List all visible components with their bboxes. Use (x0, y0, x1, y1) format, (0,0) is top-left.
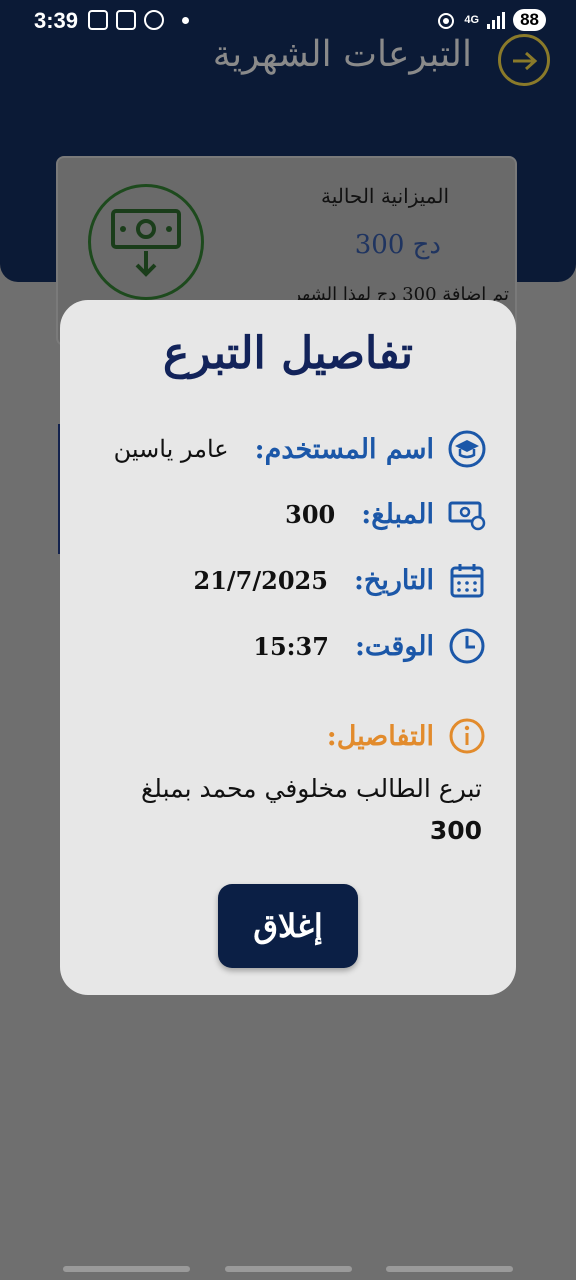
close-button[interactable]: إغلاق (218, 884, 358, 968)
calendar-icon (446, 559, 488, 601)
dialog-title: تفاصيل التبرع (163, 328, 413, 379)
username-row: اسم المستخدم: عامر ياسين (68, 425, 488, 473)
budget-label: الميزانية الحالية (320, 184, 449, 208)
amount-row: المبلغ: 300 (68, 490, 488, 538)
status-system-icons: 4G 88 (436, 9, 546, 31)
date-label: التاريخ: (353, 564, 434, 596)
details-text: تبرع الطالب مخلوفي محمد بمبلغ 300 (102, 768, 482, 852)
amount-label: المبلغ: (361, 498, 434, 530)
nav-back-handle[interactable] (386, 1266, 513, 1272)
date-value: 21/7/2025 (193, 565, 328, 595)
money-settings-icon (446, 493, 488, 535)
status-time: 3:39 (34, 8, 79, 33)
nav-home-handle[interactable] (225, 1266, 352, 1272)
username-label: اسم المستخدم: (254, 433, 434, 465)
back-button[interactable] (498, 34, 550, 86)
screenshot-icon (88, 10, 108, 30)
nav-recents-handle[interactable] (63, 1266, 190, 1272)
chat-icon (144, 10, 164, 30)
clock-icon (446, 625, 488, 667)
navigation-bar (0, 1260, 576, 1280)
network-type: 4G (464, 14, 480, 26)
username-value: عامر ياسين (113, 435, 229, 463)
hotspot-icon (438, 13, 455, 29)
date-row: التاريخ: 21/7/2025 (68, 556, 488, 604)
details-amount: 300 (429, 816, 482, 845)
time-value: 15:37 (253, 631, 329, 661)
time-label: الوقت: (354, 630, 434, 662)
details-row: التفاصيل: (68, 712, 488, 760)
page-title: التبرعات الشهرية (212, 34, 472, 75)
donation-details-dialog: تفاصيل التبرع اسم المستخدم: عامر ياسين ا… (60, 300, 516, 995)
money-download-icon (88, 184, 204, 300)
status-notification-icons (88, 10, 189, 30)
battery-level: 88 (513, 9, 546, 31)
details-description: تبرع الطالب مخلوفي محمد بمبلغ (140, 774, 482, 803)
more-notifications-icon (182, 16, 189, 24)
signal-icon (487, 11, 506, 29)
arrow-right-icon (513, 51, 538, 71)
info-icon (446, 715, 488, 757)
time-row: الوقت: 15:37 (68, 622, 488, 670)
graduation-cap-icon (446, 428, 488, 470)
sim-icon (116, 10, 136, 30)
amount-value: 300 (285, 499, 336, 529)
details-label: التفاصيل: (326, 720, 434, 752)
budget-value: 300 دج (354, 230, 441, 260)
